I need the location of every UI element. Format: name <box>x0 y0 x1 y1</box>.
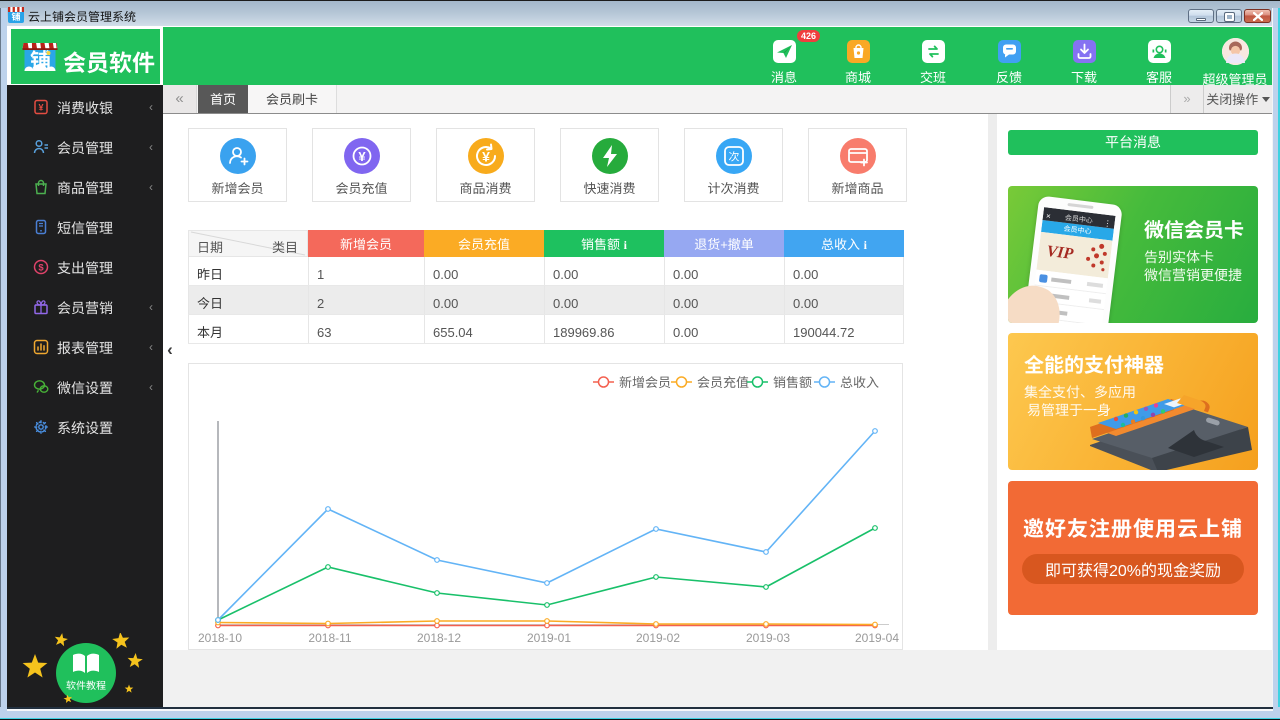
svg-text:¥: ¥ <box>482 147 490 167</box>
svg-text:总收入: 总收入 <box>840 372 879 391</box>
svg-text:2018-12: 2018-12 <box>417 629 461 646</box>
svg-text:销售额: 销售额 <box>773 372 812 391</box>
svg-text:2019-03: 2019-03 <box>746 629 790 646</box>
svg-text:次: 次 <box>728 149 739 165</box>
svg-text:¥: ¥ <box>358 146 366 165</box>
svg-text:2019-02: 2019-02 <box>636 629 680 646</box>
svg-text:会员充值: 会员充值 <box>697 372 749 391</box>
svg-text:$: $ <box>38 260 44 274</box>
svg-text:¥: ¥ <box>38 101 43 114</box>
svg-text:2019-01: 2019-01 <box>527 629 571 646</box>
svg-text:2018-11: 2018-11 <box>308 629 351 646</box>
svg-text:铺: 铺 <box>11 10 20 23</box>
svg-text:2018-10: 2018-10 <box>198 629 242 646</box>
svg-text:新增会员: 新增会员 <box>619 372 671 391</box>
svg-text:2019-04: 2019-04 <box>855 629 899 646</box>
